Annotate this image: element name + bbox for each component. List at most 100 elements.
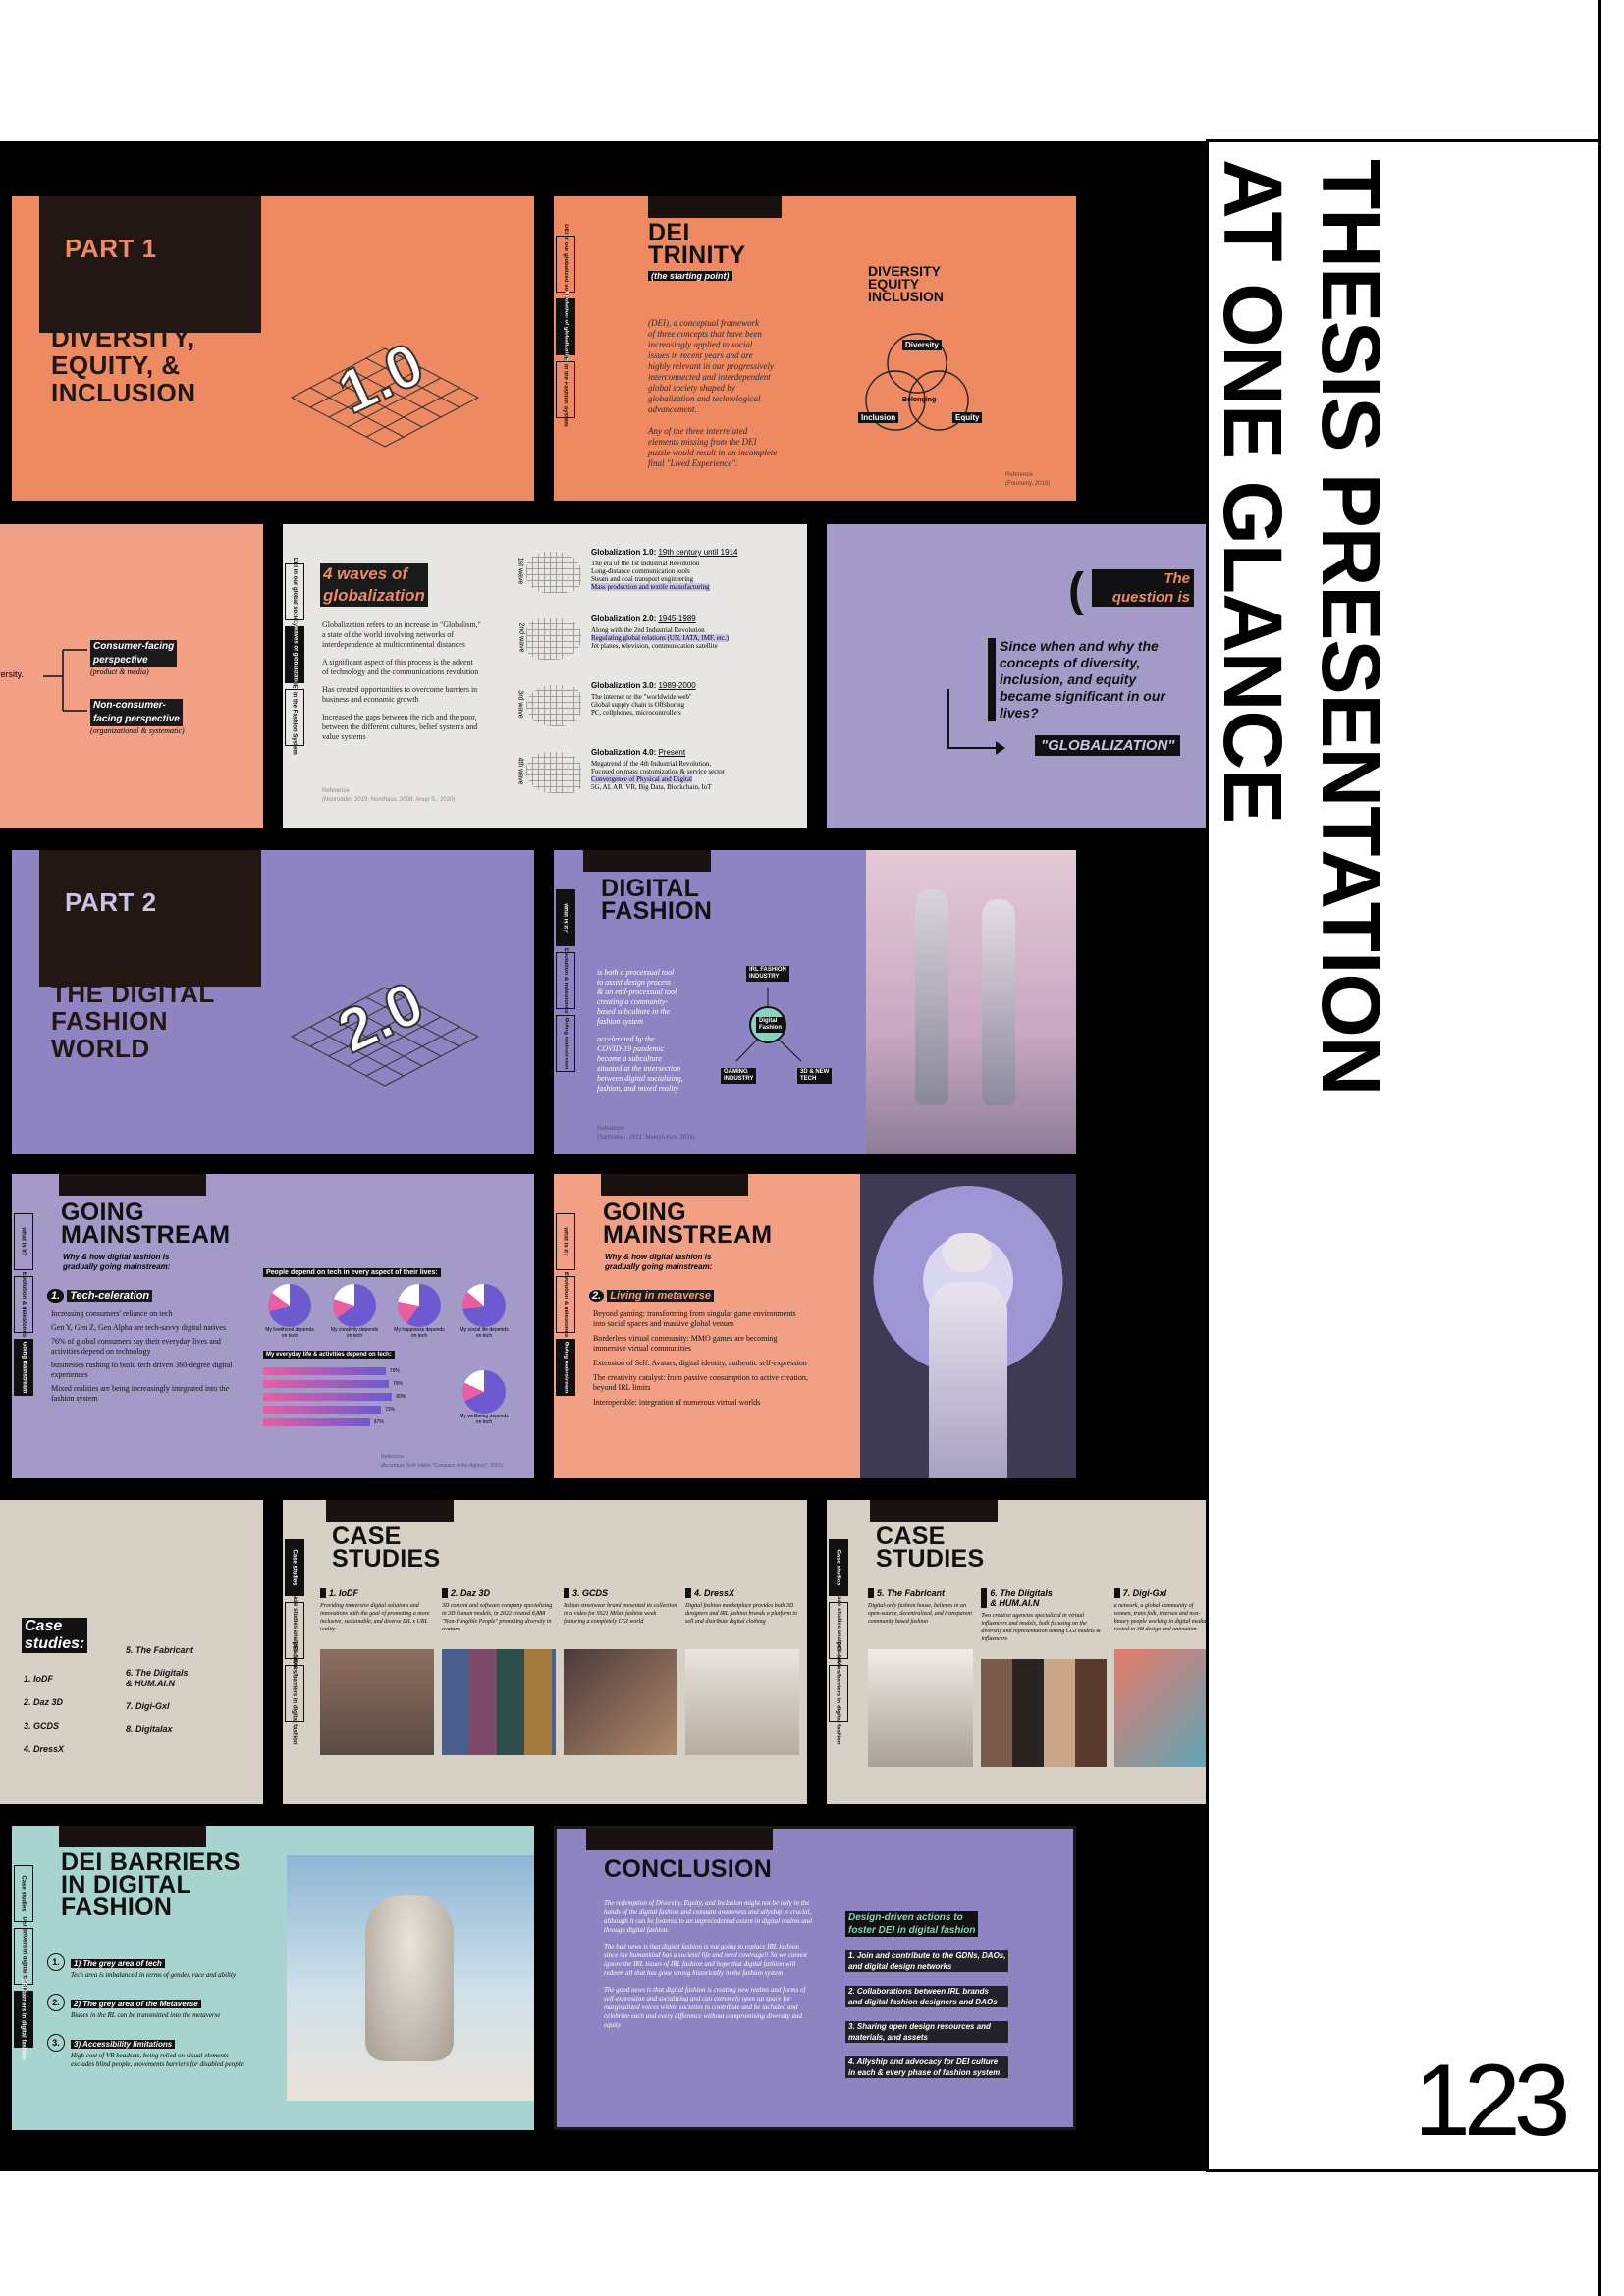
side-tab-group: Case studies Case studies analysis table… (829, 1539, 848, 1745)
side-tab[interactable]: Going mainstream (556, 1015, 575, 1072)
case-image (868, 1649, 974, 1767)
case-card[interactable]: 5. The Fabricant Digital-only fashion ho… (868, 1588, 974, 1767)
slide-tab (870, 1500, 998, 1522)
slide-going-mainstream-1: what is it? Evolution & milestones Going… (12, 1174, 534, 1478)
slide-going-mainstream-2: what is it? Evolution & milestones Going… (554, 1174, 1076, 1478)
part1-title: DIVERSITY, EQUITY, & INCLUSION (51, 323, 196, 407)
wave-mesh-icon (526, 752, 581, 793)
barrier-item: 3. 3) Accessibility limitations High cost… (47, 2034, 253, 2069)
gm1-title: GOING MAINSTREAM (61, 1199, 231, 1249)
part1-badge: 1.0 (328, 330, 433, 427)
side-tab-active[interactable]: Going mainstream (14, 1339, 33, 1396)
action-item: 4. Allyship and advocacy for DEI culture… (845, 2056, 1009, 2078)
side-tab[interactable]: Evolution & milestones (556, 948, 575, 1013)
vr-headset-image (860, 1174, 1076, 1478)
case-list-item[interactable]: 1. IoDF (24, 1667, 64, 1690)
side-tab-active[interactable]: Evolution of globalization (556, 292, 575, 363)
slide-tab (586, 1829, 773, 1850)
grid-illustration: 1.0 (290, 329, 480, 448)
case-studies-1-title: CASE STUDIES (332, 1522, 441, 1573)
side-tab[interactable]: Evolution & milestones (14, 1272, 33, 1337)
side-tab-active[interactable]: 4 waves of globalization (285, 621, 304, 688)
arrow-icon (947, 689, 1005, 755)
slide-tab (326, 1500, 454, 1522)
side-tab-active[interactable]: DEI barriers in digital fashion (14, 1978, 33, 2060)
gm1-subtitle: Why & how digital fashion is gradually g… (63, 1253, 171, 1271)
wave-row: 4th wave Globalization 4.0: Present Mega… (516, 748, 726, 793)
case-list-item[interactable]: 5. The Fabricant (126, 1645, 193, 1656)
case-list-item[interactable]: 3. GCDS (24, 1714, 64, 1737)
part2-title: THE DIGITAL FASHION WORLD (51, 979, 215, 1063)
slide-part1: PART 1 DIVERSITY, EQUITY, & INCLUSION 1.… (12, 196, 534, 501)
side-tab-group: what is it? Evolution & milestones Going… (556, 889, 575, 1072)
case-card[interactable]: 7. Digi-Gxl a network, a global communit… (1113, 1588, 1206, 1767)
case-card[interactable]: 4. DressX Digital fashion marketplace pr… (685, 1588, 799, 1755)
side-tab-active[interactable]: what is it? (556, 889, 575, 946)
part2-label: PART 2 (39, 850, 261, 987)
case-card[interactable]: 1. IoDF Providing immersive digital solu… (320, 1588, 434, 1755)
side-tab-group: Case studies DEI drivers in digital fash… (14, 1865, 33, 2060)
gm2-numbered-label: 2. Living in metaverse (589, 1290, 714, 1302)
side-tab[interactable]: DEI in our global society (285, 558, 304, 626)
side-tab[interactable]: what is it? (556, 1213, 575, 1270)
paren-glyph: ( (1068, 564, 1084, 616)
donut-chart: My creativity depends on tech (328, 1284, 381, 1339)
side-tab[interactable]: DEI drivers in digital fashion (14, 1916, 33, 1997)
wave-mesh-icon (526, 685, 581, 726)
side-tab[interactable]: DEI in the Fashion System (556, 352, 575, 427)
wave-mesh-icon (526, 618, 581, 660)
action-item: 2. Collaborations between IRL brands and… (845, 1986, 1009, 2007)
case-image (685, 1649, 799, 1755)
dei-trinity-subtitle: (the starting point) (648, 271, 732, 281)
slide-4-waves: DEI in our global society 4 waves of glo… (283, 524, 807, 828)
side-tab[interactable]: DEI drivers/barriers in digital fashion (829, 1641, 848, 1745)
side-tab[interactable]: Case studies (14, 1865, 33, 1922)
donut-row: My livelihood depends on tech My creativ… (263, 1284, 518, 1339)
diagram-irl-industry: IRL FASHION INDUSTRY (746, 966, 789, 982)
gm2-subtitle: Why & how digital fashion is gradually g… (605, 1253, 713, 1271)
case-card[interactable]: 2. Daz 3D 3D content and software compan… (442, 1588, 556, 1755)
diagram-3d-tech: 3D & NEW TECH (797, 1068, 833, 1084)
slide-case-list: Case studies: 1. IoDF 2. Daz 3D 3. GCDS … (0, 1500, 263, 1804)
venn-diversity: Diversity (902, 340, 942, 350)
slide-case-studies-2: Case studies Case studies analysis table… (827, 1500, 1206, 1804)
bar-row: 73% (263, 1403, 420, 1415)
gm1-bullets: Increasing consumers' reliance on tech G… (51, 1309, 233, 1403)
barrier-item: 1. 1) The grey area of tech Tech area is … (47, 1953, 253, 1980)
case-list-item[interactable]: 8. Digitalax (126, 1724, 193, 1735)
slide-digital-fashion: what is it? Evolution & milestones Going… (554, 850, 1076, 1154)
side-tab[interactable]: DEI in our globalized society (556, 224, 575, 304)
side-tab-group: DEI in our global society 4 waves of glo… (285, 558, 304, 755)
conclusion-bullets: The redemption of Diversity, Equity, and… (604, 1899, 812, 2029)
side-tab[interactable]: DEI in the Fashion System (285, 680, 304, 755)
case-list-item[interactable]: 7. Digi-Gxl (126, 1701, 193, 1712)
side-tab[interactable]: DEI drivers/barriers in digital fashion (285, 1641, 304, 1745)
slide-conclusion: CONCLUSION The redemption of Diversity, … (554, 1826, 1076, 2130)
gm1-bar-title: My everyday life & activities depend on … (263, 1351, 395, 1359)
waves-list: 1st wave Globalization 1.0: 19th century… (507, 548, 801, 815)
wave-mesh-icon (526, 552, 581, 593)
case-list-item[interactable]: 6. The Diigitals & HUM.AI.N (126, 1668, 193, 1689)
bar-row: 67% (263, 1415, 420, 1428)
answer-globalization: "GLOBALIZATION" (1035, 735, 1181, 756)
page-number: 123 (1414, 2044, 1571, 2158)
case-card[interactable]: 6. The Diigitals & HUM.AI.N Two creative… (981, 1588, 1107, 1767)
venn-equity: Equity (952, 412, 983, 423)
side-tab[interactable]: Evolution & milestones (556, 1272, 575, 1337)
slide-question: ( The question is Since when and why the… (827, 524, 1206, 828)
4-waves-title: 4 waves of globalization (320, 563, 428, 607)
side-tab-group: DEI in our globalized society Evolution … (556, 224, 575, 427)
page-title-line1: THESIS PRESENTATION (1305, 159, 1397, 1095)
action-item: 1. Join and contribute to the GDNs, DAOs… (845, 1950, 1009, 1972)
slide-tab (601, 1174, 748, 1196)
venn-inclusion: Inclusion (858, 412, 899, 423)
side-tab-active[interactable]: Going mainstream (556, 1339, 575, 1396)
barrier-item: 2. 2) The grey area of the Metaverse Bias… (47, 1994, 253, 2020)
side-tab-active[interactable]: Case studies (829, 1539, 848, 1596)
case-list-item[interactable]: 2. Daz 3D (24, 1690, 64, 1714)
gm1-bar-list: 76% 79% 80% 73% 67% (263, 1364, 420, 1428)
side-tab-active[interactable]: Case studies (285, 1539, 304, 1596)
side-tab[interactable]: what is it? (14, 1213, 33, 1270)
case-card[interactable]: 3. GCDS Italian streetwear brand present… (564, 1588, 677, 1755)
case-list-item[interactable]: 4. DressX (24, 1737, 64, 1761)
